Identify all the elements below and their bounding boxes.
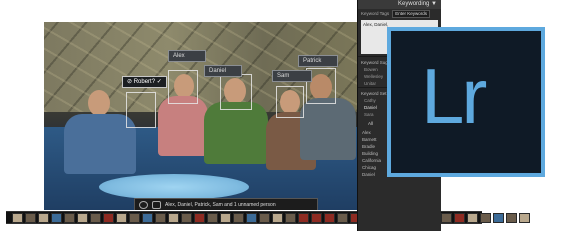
lightroom-logo: Lr [387, 27, 545, 177]
keyword-name: Building [362, 151, 379, 156]
filmstrip-thumb[interactable] [467, 212, 478, 223]
filmstrip-thumb[interactable] [220, 212, 231, 223]
keyword-name: Barnett [362, 137, 377, 142]
people-toolbar: Alex, Daniel, Patrick, Sam and 1 unnamed… [134, 198, 318, 210]
filmstrip-thumb[interactable] [259, 212, 270, 223]
face-tag-patrick[interactable]: Patrick [298, 55, 338, 67]
keywording-title: Keywording [398, 1, 430, 7]
filmstrip-thumb[interactable] [454, 212, 465, 223]
filmstrip-thumb[interactable] [129, 212, 140, 223]
reject-icon[interactable]: ⊘ [127, 79, 132, 85]
filmstrip-thumb[interactable] [116, 212, 127, 223]
filmstrip-thumb[interactable] [441, 212, 452, 223]
filmstrip-thumb[interactable] [142, 212, 153, 223]
face-box-alex[interactable] [168, 70, 198, 104]
filmstrip-thumb[interactable] [77, 212, 88, 223]
filmstrip-thumb[interactable] [155, 212, 166, 223]
filmstrip-thumb[interactable] [103, 212, 114, 223]
filmstrip-thumb[interactable] [480, 212, 491, 223]
confirm-check-icon[interactable]: ✓ [157, 79, 162, 85]
face-tag-sam[interactable]: Sam [272, 70, 312, 82]
face-box-daniel[interactable] [220, 74, 252, 110]
filmstrip-thumb[interactable] [168, 212, 179, 223]
filmstrip-thumb[interactable] [337, 212, 348, 223]
keyword-name: Chicag [362, 165, 377, 170]
keywording-panel-header[interactable]: Keywording ▼ [358, 0, 441, 9]
filmstrip-thumb[interactable] [25, 212, 36, 223]
filmstrip-thumb[interactable] [506, 212, 517, 223]
filmstrip-thumb[interactable] [181, 212, 192, 223]
filmstrip-thumb[interactable] [493, 212, 504, 223]
keyword-name: Daniel [362, 172, 375, 177]
face-tag-alex[interactable]: Alex [168, 50, 206, 62]
keyword-name: California [362, 158, 382, 163]
keyword-tags-row: Keyword Tags Enter Keywords [358, 9, 441, 18]
face-box-sam[interactable] [276, 86, 304, 118]
table [99, 174, 249, 200]
lightroom-logo-text: Lr [421, 52, 487, 140]
filmstrip-thumb[interactable] [207, 212, 218, 223]
filmstrip-thumb[interactable] [324, 212, 335, 223]
draw-face-region-icon[interactable] [152, 201, 161, 209]
filmstrip-thumb[interactable] [90, 212, 101, 223]
filmstrip-thumb[interactable] [285, 212, 296, 223]
face-tag-robert[interactable]: ⊘ Robert? ✓ [122, 76, 167, 88]
filmstrip-thumb[interactable] [272, 212, 283, 223]
keyword-name: Bradle [362, 144, 376, 149]
filmstrip-thumb[interactable] [311, 212, 322, 223]
face-tag-robert-label: Robert? [133, 79, 156, 85]
face-tag-daniel[interactable]: Daniel [204, 65, 242, 77]
filmstrip-thumb[interactable] [233, 212, 244, 223]
filmstrip-thumb[interactable] [519, 212, 530, 223]
keyword-tags-mode-select[interactable]: Enter Keywords [392, 9, 430, 18]
filmstrip-thumb[interactable] [298, 212, 309, 223]
keyword-name: Alex [362, 130, 371, 135]
face-box-robert[interactable] [126, 92, 156, 128]
filmstrip-thumb[interactable] [246, 212, 257, 223]
keyword-tags-label: Keyword Tags [361, 11, 390, 16]
photo-view: Alex Daniel ⊘ Robert? ✓ Sam Patrick Alex… [44, 22, 357, 210]
collapse-triangle-icon[interactable]: ▼ [431, 1, 437, 7]
filmstrip-thumb[interactable] [12, 212, 23, 223]
filmstrip-thumb[interactable] [194, 212, 205, 223]
filmstrip-thumb[interactable] [38, 212, 49, 223]
filmstrip-thumb[interactable] [51, 212, 62, 223]
face-region-icon[interactable] [139, 201, 148, 209]
filmstrip-thumb[interactable] [64, 212, 75, 223]
people-caption: Alex, Daniel, Patrick, Sam and 1 unnamed… [165, 202, 276, 208]
